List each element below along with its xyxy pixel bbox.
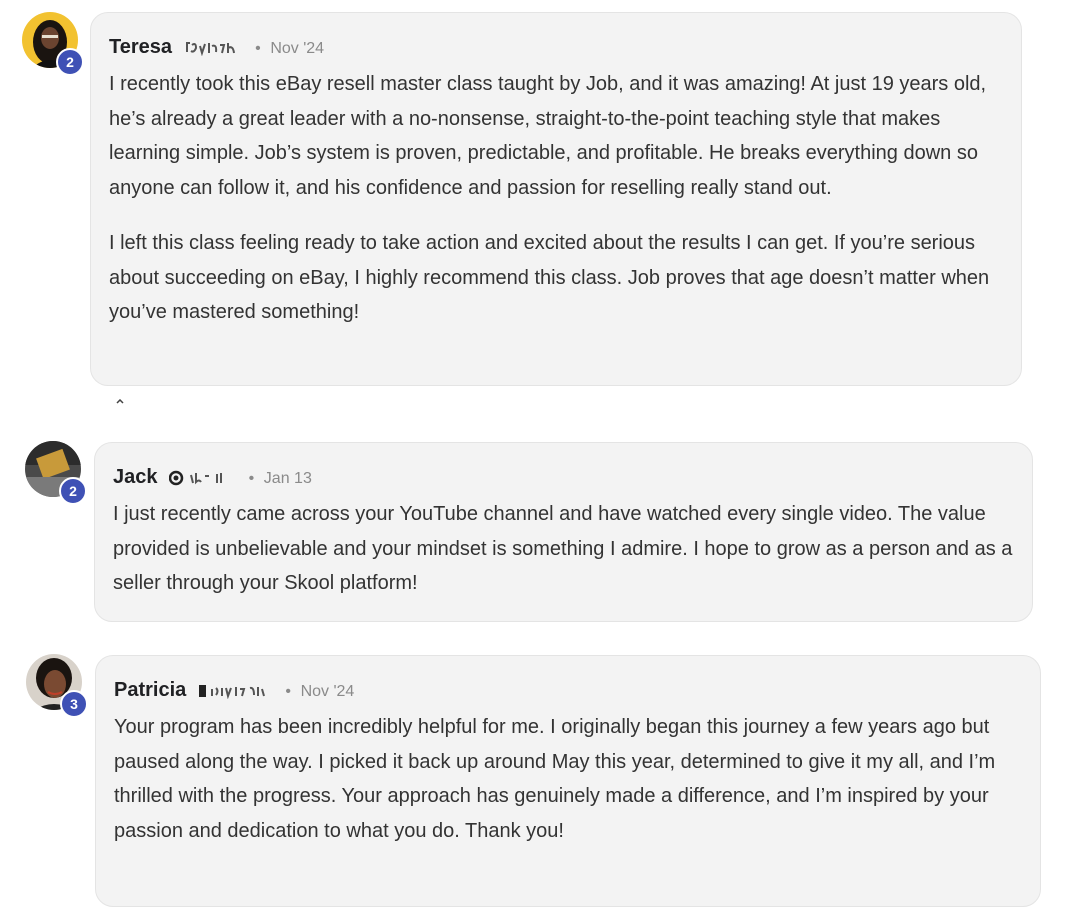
author-name[interactable]: Jack — [113, 466, 158, 488]
comment-bubble: Jack • Jan 13 I just recently came acros… — [94, 442, 1033, 622]
avatar[interactable]: 3 — [26, 654, 88, 718]
level-badge: 2 — [56, 48, 84, 76]
comment-bubble: Teresa • Nov '24 I recently took this eB… — [90, 12, 1022, 386]
comment-bubble: Patricia • Nov '24 Your program has been… — [95, 655, 1041, 907]
separator-dot: • — [248, 470, 255, 487]
comment-date[interactable]: Jan 13 — [264, 470, 312, 487]
redacted-surname-icon — [185, 41, 235, 56]
comment-text: I just recently came across your YouTube… — [113, 503, 1013, 594]
comment-header: Patricia • Nov '24 — [114, 676, 1022, 706]
level-badge: 3 — [60, 690, 88, 718]
comment-date[interactable]: Nov '24 — [270, 40, 324, 57]
redacted-surname-icon — [198, 684, 265, 699]
author-name[interactable]: Patricia — [114, 679, 186, 701]
redacted-surname-icon — [169, 470, 223, 485]
separator-dot: • — [285, 683, 291, 700]
comment-text: I left this class feeling ready to take … — [109, 232, 990, 323]
avatar[interactable]: 2 — [25, 441, 87, 505]
comment-header: Jack • Jan 13 — [113, 463, 1014, 493]
author-name[interactable]: Teresa — [109, 36, 172, 58]
comment-header: Teresa • Nov '24 — [109, 33, 1003, 63]
comment-text: I recently took this eBay resell master … — [109, 73, 987, 199]
comment-text: Your program has been incredibly helpful… — [114, 716, 996, 842]
caret-up-icon — [116, 399, 124, 404]
comment-date[interactable]: Nov '24 — [301, 683, 355, 700]
avatar[interactable]: 2 — [22, 12, 84, 76]
separator-dot: • — [255, 40, 261, 57]
level-badge: 2 — [59, 477, 87, 505]
